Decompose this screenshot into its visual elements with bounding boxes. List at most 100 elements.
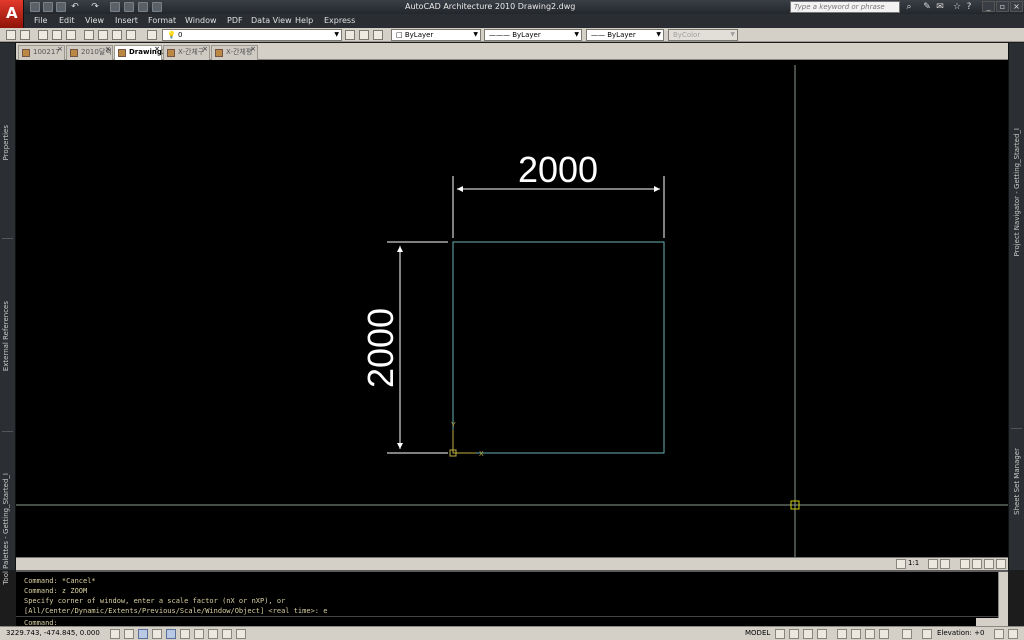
undo-icon[interactable]: ↶ <box>70 2 80 12</box>
layer-tool-icon-1[interactable] <box>38 30 48 40</box>
snap-mode-icon[interactable] <box>110 629 120 639</box>
external-references-palette-tab[interactable]: External References <box>2 301 10 371</box>
lineweight-dropdown[interactable]: —— ByLayer ▼ <box>586 29 664 41</box>
menu-help[interactable]: Help <box>295 16 313 25</box>
tool-palettes-tab[interactable]: Tool Palettes - Getting_Started_I <box>2 473 10 585</box>
plot-preview-icon[interactable] <box>124 2 134 12</box>
lineweight-icon[interactable] <box>222 629 232 639</box>
help-icon[interactable]: ? <box>964 2 974 12</box>
dim-text-vertical[interactable]: 2000 <box>360 308 401 388</box>
customize-icon[interactable] <box>152 2 162 12</box>
annotation-visibility-icon[interactable] <box>928 559 938 569</box>
command-scrollbar[interactable] <box>998 572 1008 618</box>
viewcube-icon[interactable] <box>879 629 889 639</box>
sheet-set-manager-palette-tab[interactable]: Sheet Set Manager <box>1013 448 1021 515</box>
square-shape[interactable] <box>452 241 665 454</box>
auto-scale-icon[interactable] <box>940 559 950 569</box>
object-snap-icon[interactable] <box>166 629 176 639</box>
elevation-readout[interactable]: Elevation: +0 <box>937 629 984 637</box>
publish-icon[interactable] <box>138 2 148 12</box>
color-dropdown[interactable]: □ ByLayer ▼ <box>391 29 481 41</box>
grid-display-icon[interactable] <box>124 629 134 639</box>
layer-manager-icon[interactable] <box>147 30 157 40</box>
pan-icon[interactable] <box>817 629 827 639</box>
linetype-dropdown[interactable]: ——— ByLayer ▼ <box>484 29 582 41</box>
minimize-button[interactable]: _ <box>982 1 995 12</box>
communication-icon[interactable]: ✉ <box>935 2 945 12</box>
command-window[interactable]: Command: *Cancel* Command: z ZOOM Specify … <box>16 570 1008 627</box>
close-icon[interactable]: × <box>105 43 111 56</box>
layer-tool-icon-4[interactable] <box>84 30 94 40</box>
autocad-logo-icon[interactable] <box>0 0 24 28</box>
tab-x-gutter-2[interactable]: X-간체평 × <box>211 45 258 60</box>
close-icon[interactable]: × <box>250 43 256 56</box>
open-file-icon[interactable] <box>43 2 53 12</box>
close-icon[interactable]: × <box>57 43 63 56</box>
redo-icon[interactable]: ↷ <box>90 2 100 12</box>
layer-dropdown[interactable]: 💡 0 ▼ <box>162 29 342 41</box>
quick-view-layouts-icon[interactable] <box>789 629 799 639</box>
dim-text-horizontal[interactable]: 2000 <box>518 149 598 190</box>
dynamic-ucs-icon[interactable] <box>194 629 204 639</box>
object-snap-tracking-icon[interactable] <box>180 629 190 639</box>
menu-file[interactable]: File <box>34 16 47 25</box>
annotation-scale[interactable]: 1:1 <box>908 559 919 567</box>
new-file-icon[interactable] <box>30 2 40 12</box>
project-navigator-palette-tab[interactable]: Project Navigator - Getting_Started_I <box>1013 128 1021 256</box>
tab-100217[interactable]: 100217 × <box>18 45 65 60</box>
model-space-toggle[interactable]: MODEL <box>745 629 770 637</box>
dynamic-input-icon[interactable] <box>208 629 218 639</box>
layer-previous-icon[interactable] <box>359 30 369 40</box>
menu-window[interactable]: Window <box>185 16 217 25</box>
model-layout-icon[interactable] <box>775 629 785 639</box>
isolate-objects-icon[interactable] <box>994 629 1004 639</box>
menu-pdf[interactable]: PDF <box>227 16 243 25</box>
menu-view[interactable]: View <box>85 16 104 25</box>
favorites-icon[interactable]: ☆ <box>952 2 962 12</box>
lock-icon[interactable] <box>972 559 982 569</box>
layer-state-icon[interactable] <box>20 30 30 40</box>
layer-tool-icon-6[interactable] <box>112 30 122 40</box>
binoculars-icon[interactable]: ⌕ <box>904 2 914 12</box>
quick-view-drawings-icon[interactable] <box>803 629 813 639</box>
layer-tool-icon-3[interactable] <box>66 30 76 40</box>
layer-properties-icon[interactable] <box>6 30 16 40</box>
restore-button[interactable]: ▫ <box>996 1 1009 12</box>
lock-toolbar-icon[interactable] <box>922 629 932 639</box>
close-icon[interactable]: × <box>154 43 160 56</box>
layer-tool-icon-5[interactable] <box>98 30 108 40</box>
layer-tool-icon-7[interactable] <box>126 30 136 40</box>
print-icon[interactable] <box>110 2 120 12</box>
menu-format[interactable]: Format <box>148 16 176 25</box>
annotation-scale-icon[interactable] <box>896 559 906 569</box>
workspace-icon[interactable] <box>960 559 970 569</box>
ortho-mode-icon[interactable] <box>138 629 148 639</box>
steeringwheel-icon[interactable] <box>851 629 861 639</box>
showmotion-icon[interactable] <box>865 629 875 639</box>
menu-express[interactable]: Express <box>324 16 355 25</box>
tab-drawing2[interactable]: Drawing2... × <box>114 43 175 60</box>
polar-tracking-icon[interactable] <box>152 629 162 639</box>
save-file-icon[interactable] <box>56 2 66 12</box>
layer-match-icon[interactable] <box>373 30 383 40</box>
coordinate-readout[interactable]: 3229.743, -474.845, 0.000 <box>6 629 100 637</box>
quick-properties-icon[interactable] <box>236 629 246 639</box>
tab-calendar[interactable]: 2010달력 × <box>66 45 113 60</box>
zoom-icon[interactable] <box>837 629 847 639</box>
properties-palette-tab[interactable]: Properties <box>2 125 10 160</box>
clean-screen-icon[interactable] <box>996 559 1006 569</box>
menu-insert[interactable]: Insert <box>115 16 138 25</box>
menu-edit[interactable]: Edit <box>59 16 75 25</box>
layer-tool-icon-2[interactable] <box>52 30 62 40</box>
close-button[interactable]: × <box>1010 1 1023 12</box>
tools-icon[interactable]: ✎ <box>922 2 932 12</box>
close-icon[interactable]: × <box>202 43 208 56</box>
make-current-icon[interactable] <box>345 30 355 40</box>
drawing-canvas[interactable]: 2000 2000 Y X <box>16 60 1008 557</box>
isolate-icon[interactable] <box>984 559 994 569</box>
menu-data-view[interactable]: Data View <box>251 16 292 25</box>
tab-x-gutter-1[interactable]: X-간체구 × <box>163 45 210 60</box>
search-input[interactable]: Type a keyword or phrase <box>790 1 900 13</box>
settings-gear-icon[interactable] <box>902 629 912 639</box>
clean-screen-icon[interactable] <box>1008 629 1018 639</box>
